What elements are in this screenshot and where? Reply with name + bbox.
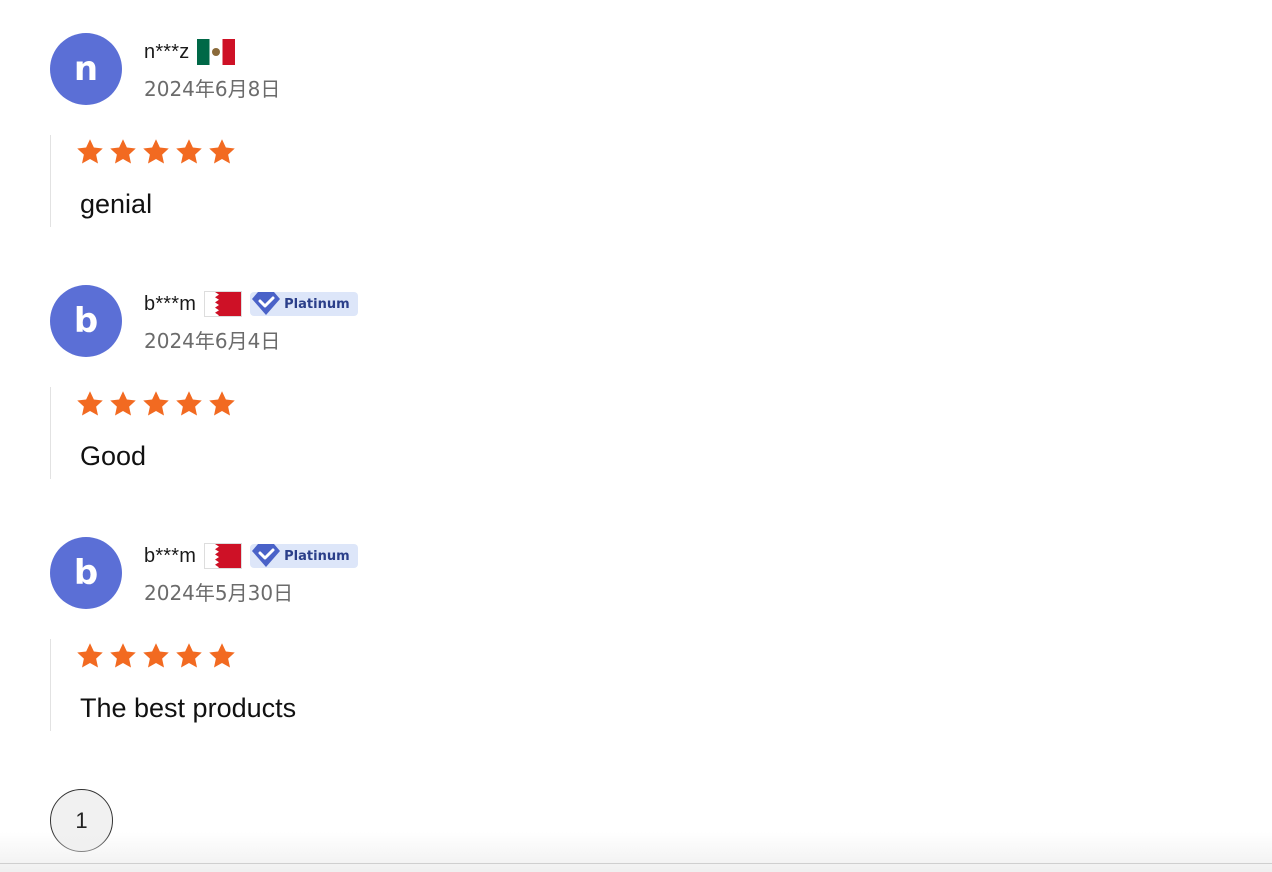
bahrain-flag-icon (204, 543, 243, 569)
mexico-flag-icon (197, 39, 236, 65)
star-icon (209, 643, 235, 668)
platinum-badge: Platinum (250, 544, 358, 568)
star-rating (75, 389, 240, 419)
avatar: b (50, 285, 122, 357)
star-icon (176, 139, 202, 164)
star-icon (110, 391, 136, 416)
star-icon (77, 139, 103, 164)
reviews-page: n n***z 2024年6月8日 genial b b***m Platinu… (0, 0, 1272, 872)
reviewer-username: b***m (144, 544, 197, 567)
reviewer-name-line: b***m Platinum (144, 291, 358, 317)
star-icon (143, 391, 169, 416)
star-icon (110, 643, 136, 668)
star-icon (77, 391, 103, 416)
reviewer-name-line: n***z (144, 39, 280, 65)
star-icon (176, 391, 202, 416)
star-icon (143, 139, 169, 164)
reviewer-username: b***m (144, 292, 197, 315)
review-text: The best products (80, 693, 297, 723)
star-rating (75, 137, 240, 167)
star-icon (110, 139, 136, 164)
diamond-check-icon (252, 292, 281, 315)
star-icon (77, 643, 103, 668)
badge-label: Platinum (284, 548, 350, 564)
review-body: The best products (50, 639, 750, 731)
review-body: genial (50, 135, 750, 227)
review-date: 2024年6月8日 (144, 77, 281, 101)
star-icon (209, 391, 235, 416)
review-header: n n***z 2024年6月8日 (50, 33, 750, 105)
divider (0, 863, 1272, 864)
star-icon (143, 643, 169, 668)
reviewer-meta: b***m Platinum 2024年5月30日 (144, 543, 358, 606)
review-text: genial (80, 189, 153, 219)
bahrain-flag-icon (204, 291, 243, 317)
review-date: 2024年6月4日 (144, 329, 281, 353)
star-icon (176, 643, 202, 668)
review-item: n n***z 2024年6月8日 genial (50, 33, 750, 227)
diamond-check-icon (252, 544, 281, 567)
reviewer-name-line: b***m Platinum (144, 543, 358, 569)
review-item: b b***m Platinum 2024年5月30日 The best pro… (50, 537, 750, 731)
reviewer-meta: b***m Platinum 2024年6月4日 (144, 291, 358, 354)
review-header: b b***m Platinum 2024年6月4日 (50, 285, 750, 357)
reviewer-username: n***z (144, 40, 190, 63)
review-text: Good (80, 441, 147, 471)
review-date: 2024年5月30日 (144, 581, 294, 605)
platinum-badge: Platinum (250, 292, 358, 316)
reviewer-meta: n***z 2024年6月8日 (144, 39, 280, 102)
review-item: b b***m Platinum 2024年6月4日 Good (50, 285, 750, 479)
badge-label: Platinum (284, 296, 350, 312)
avatar: n (50, 33, 122, 105)
avatar: b (50, 537, 122, 609)
star-icon (209, 139, 235, 164)
star-rating (75, 641, 240, 671)
bottom-fade (0, 832, 1272, 872)
review-body: Good (50, 387, 750, 479)
review-header: b b***m Platinum 2024年5月30日 (50, 537, 750, 609)
